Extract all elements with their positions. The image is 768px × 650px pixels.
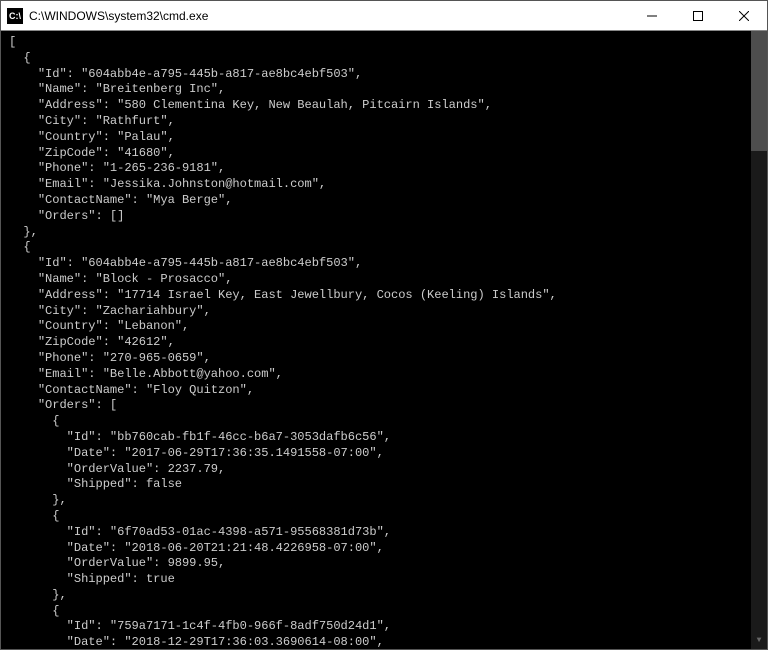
terminal-line: "ContactName": "Floy Quitzon", [9,383,767,399]
terminal-line: "Id": "6f70ad53-01ac-4398-a571-95568381d… [9,525,767,541]
scroll-down-icon[interactable]: ▼ [751,632,767,649]
terminal-line: "OrderValue": 9899.95, [9,556,767,572]
terminal-line: "Name": "Breitenberg Inc", [9,82,767,98]
terminal-line: "Date": "2017-06-29T17:36:35.1491558-07:… [9,446,767,462]
terminal-line: "Email": "Jessika.Johnston@hotmail.com", [9,177,767,193]
terminal-line: "Id": "604abb4e-a795-445b-a817-ae8bc4ebf… [9,256,767,272]
terminal-line: }, [9,588,767,604]
window-title: C:\WINDOWS\system32\cmd.exe [29,9,629,23]
terminal-line: "Id": "bb760cab-fb1f-46cc-b6a7-3053dafb6… [9,430,767,446]
terminal-line: "Date": "2018-06-20T21:21:48.4226958-07:… [9,541,767,557]
terminal-line: "Address": "17714 Israel Key, East Jewel… [9,288,767,304]
maximize-button[interactable] [675,1,721,30]
terminal-line: { [9,51,767,67]
terminal-line: "City": "Rathfurt", [9,114,767,130]
scroll-thumb[interactable] [751,31,767,151]
terminal-line: "Shipped": true [9,572,767,588]
terminal-line: "Address": "580 Clementina Key, New Beau… [9,98,767,114]
terminal-line: { [9,509,767,525]
window-titlebar[interactable]: C:\ C:\WINDOWS\system32\cmd.exe [1,1,767,31]
scrollbar-vertical[interactable]: ▲ ▼ [751,31,767,649]
terminal-line: { [9,414,767,430]
terminal-line: "ZipCode": "42612", [9,335,767,351]
terminal-line: "ZipCode": "41680", [9,146,767,162]
terminal-line: "Country": "Palau", [9,130,767,146]
terminal-line: "Phone": "270-965-0659", [9,351,767,367]
cmd-icon: C:\ [7,8,23,24]
terminal-line: "Email": "Belle.Abbott@yahoo.com", [9,367,767,383]
terminal-line: "Orders": [] [9,209,767,225]
terminal-line: }, [9,225,767,241]
terminal-line: "Country": "Lebanon", [9,319,767,335]
close-button[interactable] [721,1,767,30]
terminal-line: [ [9,35,767,51]
window-controls [629,1,767,30]
terminal-line: "OrderValue": 2237.79, [9,462,767,478]
terminal-line: }, [9,493,767,509]
terminal-line: { [9,240,767,256]
minimize-button[interactable] [629,1,675,30]
terminal-line: "Id": "759a7171-1c4f-4fb0-966f-8adf750d2… [9,619,767,635]
terminal-line: "Id": "604abb4e-a795-445b-a817-ae8bc4ebf… [9,67,767,83]
terminal-line: "ContactName": "Mya Berge", [9,193,767,209]
terminal-output[interactable]: [ { "Id": "604abb4e-a795-445b-a817-ae8bc… [1,31,767,649]
terminal-line: "Orders": [ [9,398,767,414]
terminal-line: "City": "Zachariahbury", [9,304,767,320]
terminal-line: "Shipped": false [9,477,767,493]
terminal-line: "Phone": "1-265-236-9181", [9,161,767,177]
terminal-line: { [9,604,767,620]
terminal-line: "Date": "2018-12-29T17:36:03.3690614-08:… [9,635,767,649]
terminal-line: "Name": "Block - Prosacco", [9,272,767,288]
